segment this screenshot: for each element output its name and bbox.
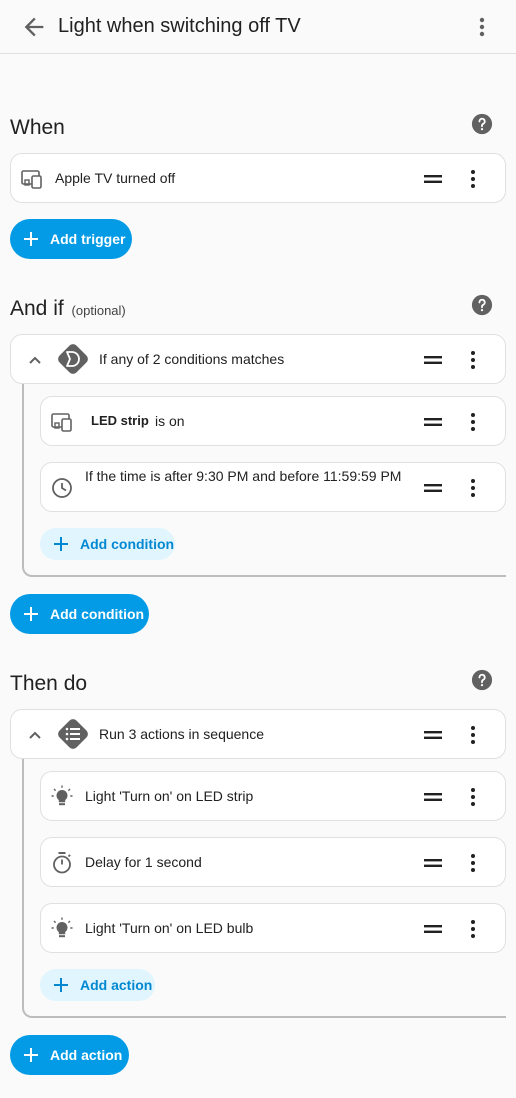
drag-handle-icon[interactable] <box>423 478 443 498</box>
action-card[interactable]: Light 'Turn on' on LED bulb <box>40 903 506 953</box>
drag-handle-icon[interactable] <box>423 412 443 432</box>
plus-icon <box>54 978 68 992</box>
action-card[interactable]: Light 'Turn on' on LED strip <box>40 771 506 821</box>
add-inner-condition-button[interactable]: Add condition <box>40 528 175 560</box>
condition-state: is on <box>155 413 185 429</box>
help-icon[interactable] <box>471 113 493 135</box>
add-inner-action-button[interactable]: Add action <box>40 969 155 1001</box>
drag-handle-icon[interactable] <box>423 919 443 939</box>
chevron-up-icon[interactable] <box>25 350 45 370</box>
drag-handle-icon[interactable] <box>423 169 443 189</box>
sequence-list-icon <box>58 719 88 749</box>
add-condition-label: Add condition <box>50 606 145 622</box>
more-options-icon[interactable] <box>463 411 483 433</box>
lightbulb-icon <box>51 785 73 806</box>
drag-handle-icon[interactable] <box>423 787 443 807</box>
trigger-label: Apple TV turned off <box>55 170 176 186</box>
condition-entity: LED strip <box>91 413 149 428</box>
more-options-icon[interactable] <box>463 786 483 808</box>
top-app-bar: Light when switching off TV <box>0 0 516 54</box>
action-card[interactable]: Delay for 1 second <box>40 837 506 887</box>
more-options-icon[interactable] <box>463 724 483 746</box>
clock-icon <box>52 478 72 498</box>
or-condition-icon <box>58 344 88 374</box>
plus-icon <box>24 232 38 246</box>
optional-label: (optional) <box>71 303 126 318</box>
condition-group-label: If any of 2 conditions matches <box>99 351 285 367</box>
action-group-card[interactable]: Run 3 actions in sequence <box>10 709 506 759</box>
tv-device-icon <box>21 170 42 189</box>
drag-handle-icon[interactable] <box>423 853 443 873</box>
add-trigger-label: Add trigger <box>50 231 126 247</box>
action-label: Light 'Turn on' on LED strip <box>85 788 254 804</box>
help-icon[interactable] <box>471 294 493 316</box>
when-section-title: When <box>10 116 65 139</box>
condition-card[interactable]: If the time is after 9:30 PM and before … <box>40 462 506 512</box>
more-options-icon[interactable] <box>463 477 483 499</box>
condition-card[interactable]: LED strip is on <box>40 396 506 446</box>
trigger-card[interactable]: Apple TV turned off <box>10 153 506 203</box>
more-options-icon[interactable] <box>463 168 483 190</box>
condition-label: If the time is after 9:30 PM and before … <box>85 468 402 484</box>
page-title: Light when switching off TV <box>58 15 301 37</box>
add-inner-condition-label: Add condition <box>80 536 175 552</box>
more-options-icon[interactable] <box>470 13 494 41</box>
timer-icon <box>53 852 71 874</box>
action-label: Light 'Turn on' on LED bulb <box>85 920 254 936</box>
plus-icon <box>24 607 38 621</box>
tv-device-icon <box>51 413 72 432</box>
add-inner-action-label: Add action <box>80 977 153 993</box>
back-arrow-icon[interactable] <box>20 13 48 41</box>
more-options-icon[interactable] <box>463 852 483 874</box>
chevron-up-icon[interactable] <box>25 725 45 745</box>
action-group-label: Run 3 actions in sequence <box>99 726 264 742</box>
plus-icon <box>54 537 68 551</box>
then-do-section-title: Then do <box>10 672 88 695</box>
lightbulb-icon <box>51 917 73 938</box>
action-label: Delay for 1 second <box>85 854 202 870</box>
and-if-section-title: And if (optional) <box>10 297 126 321</box>
drag-handle-icon[interactable] <box>423 725 443 745</box>
add-action-label: Add action <box>50 1047 123 1063</box>
add-trigger-button[interactable]: Add trigger <box>10 219 132 259</box>
add-condition-button[interactable]: Add condition <box>10 594 149 634</box>
add-action-button[interactable]: Add action <box>10 1035 129 1075</box>
drag-handle-icon[interactable] <box>423 350 443 370</box>
more-options-icon[interactable] <box>463 349 483 371</box>
plus-icon <box>24 1048 38 1062</box>
and-if-title: And if <box>10 297 64 320</box>
condition-group-card[interactable]: If any of 2 conditions matches <box>10 334 506 384</box>
more-options-icon[interactable] <box>463 918 483 940</box>
help-icon[interactable] <box>471 669 493 691</box>
